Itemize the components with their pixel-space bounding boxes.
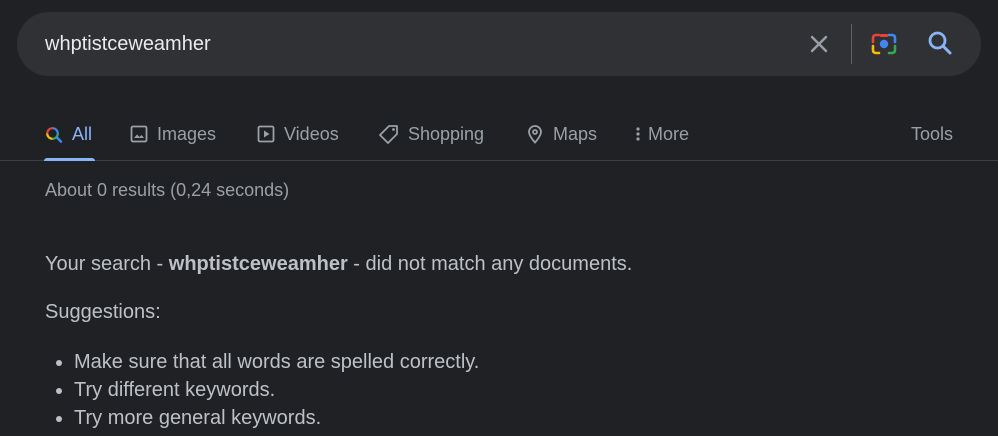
no-results-suffix: - did not match any documents. (347, 253, 633, 275)
clear-button[interactable] (803, 28, 835, 60)
tools-label: Tools (910, 123, 953, 144)
search-icon (928, 31, 952, 55)
no-results-prefix: Your search - (45, 253, 169, 275)
tab-maps[interactable]: Maps (525, 108, 597, 160)
tag-icon (378, 124, 400, 144)
tab-images-label: Images (157, 123, 217, 144)
suggestion-item: Try different keywords. (74, 376, 479, 404)
map-pin-icon (525, 124, 545, 144)
tab-all[interactable]: All (44, 108, 95, 161)
camera-lens-icon (871, 33, 897, 55)
no-results-message: Your search - whptistceweamher - did not… (45, 253, 632, 276)
search-bar (17, 12, 981, 76)
search-button[interactable] (923, 26, 957, 60)
more-vert-icon (634, 124, 642, 144)
close-icon (810, 35, 828, 53)
suggestion-item: Try more general keywords. (74, 404, 479, 432)
tab-more[interactable]: More (634, 108, 689, 160)
tab-maps-label: Maps (553, 123, 598, 144)
search-divider (851, 24, 852, 64)
suggestions-list: Make sure that all words are spelled cor… (45, 348, 479, 432)
tab-more-label: More (648, 123, 690, 144)
search-tabs: All Images Videos Shopping Maps More Too… (0, 108, 998, 161)
video-icon (256, 124, 276, 144)
suggestion-item: Make sure that all words are spelled cor… (74, 348, 479, 376)
tab-videos-label: Videos (284, 123, 339, 144)
tab-shopping-label: Shopping (408, 123, 485, 144)
tab-all-label: All (72, 123, 93, 144)
tools-button[interactable]: Tools (911, 108, 953, 160)
no-results-query: whptistceweamher (168, 253, 348, 275)
result-stats: About 0 results (0,24 seconds) (45, 180, 290, 200)
image-icon (129, 124, 149, 144)
search-input[interactable] (45, 12, 785, 76)
search-icon (44, 124, 64, 144)
search-by-image-button[interactable] (868, 28, 900, 60)
tab-shopping[interactable]: Shopping (378, 108, 484, 160)
suggestions-title: Suggestions: (45, 301, 161, 323)
tab-videos[interactable]: Videos (256, 108, 339, 160)
tab-images[interactable]: Images (129, 108, 216, 160)
